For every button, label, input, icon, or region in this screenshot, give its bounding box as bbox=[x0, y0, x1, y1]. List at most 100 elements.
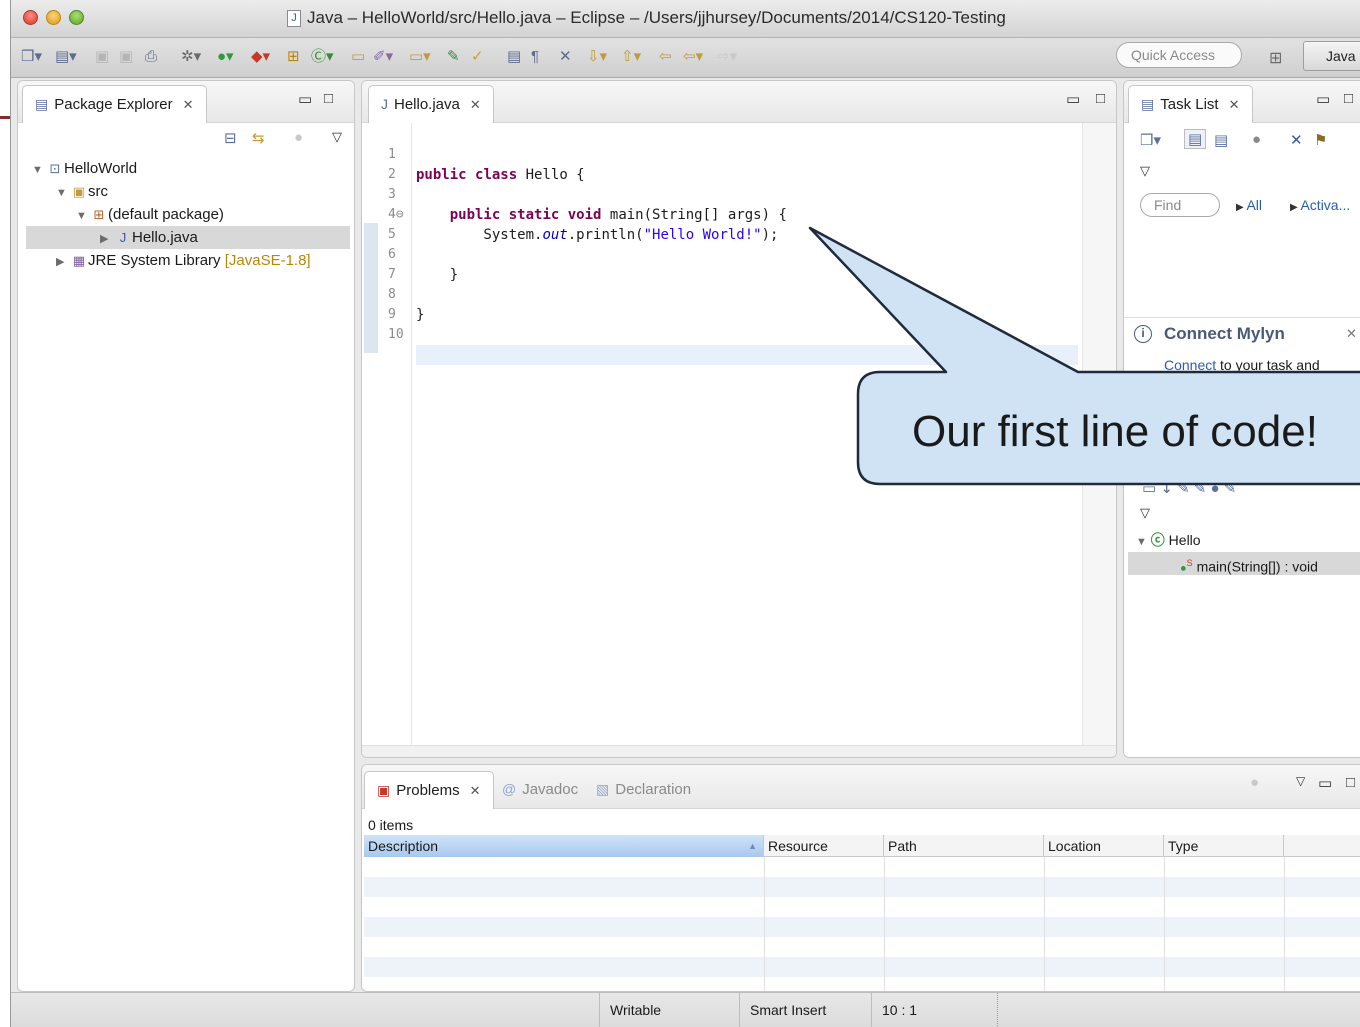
view-menu-icon[interactable]: ▽ bbox=[1140, 505, 1150, 521]
synchronize-icon[interactable]: ⚑ bbox=[1314, 131, 1327, 149]
minimize-icon[interactable]: ▭ bbox=[1066, 90, 1080, 108]
run-icon[interactable]: ●▾ bbox=[217, 47, 234, 67]
tree-item-label: (default package) bbox=[108, 206, 224, 223]
focus-icon[interactable]: ● bbox=[1250, 774, 1259, 791]
next-annotation-icon[interactable]: ⇩▾ bbox=[587, 47, 607, 67]
close-tab-icon[interactable]: ✕ bbox=[470, 783, 481, 798]
tab-javadoc[interactable]: @ Javadoc bbox=[490, 771, 590, 809]
paragraph-icon[interactable]: ¶ bbox=[531, 47, 539, 67]
tab-task-list[interactable]: ▤ Task List ✕ bbox=[1128, 85, 1253, 123]
back-icon[interactable]: ⇦▾ bbox=[683, 47, 703, 67]
search-icon[interactable]: ▭▾ bbox=[409, 47, 431, 67]
quick-access-input[interactable]: Quick Access bbox=[1116, 42, 1242, 68]
focus-active-task-icon[interactable]: ● bbox=[294, 129, 303, 146]
column-type[interactable]: Type bbox=[1164, 835, 1284, 857]
close-tab-icon[interactable]: ✕ bbox=[470, 97, 481, 112]
open-perspective-icon[interactable]: ⊞ bbox=[1269, 48, 1282, 68]
expand-arrow-icon[interactable]: ▼ bbox=[32, 159, 46, 182]
horizontal-scrollbar[interactable] bbox=[362, 745, 1116, 757]
column-description[interactable]: Description ▲ bbox=[364, 835, 764, 857]
code-line: 1 bbox=[362, 125, 1116, 162]
last-edit-location-icon[interactable]: ⇦ bbox=[659, 47, 672, 67]
view-menu-icon[interactable]: ▽ bbox=[1296, 774, 1305, 788]
zoom-window-button[interactable] bbox=[69, 10, 84, 25]
minimize-icon[interactable]: ▭ bbox=[1316, 90, 1330, 108]
outline-item-class[interactable]: ▼ ⓒ Hello bbox=[1136, 529, 1201, 552]
tree-item-default-package[interactable]: ▼ ⊞ (default package) bbox=[26, 203, 350, 226]
pin-icon[interactable]: ✕ bbox=[559, 47, 572, 67]
link-with-editor-icon[interactable]: ⇆ bbox=[252, 129, 265, 147]
java-perspective-button[interactable]: Java bbox=[1303, 41, 1360, 71]
close-tab-icon[interactable]: ✕ bbox=[1229, 97, 1240, 112]
column-divider bbox=[884, 857, 885, 991]
categorized-icon[interactable]: ▤ bbox=[1184, 129, 1207, 149]
expand-arrow-icon[interactable]: ▼ bbox=[76, 205, 90, 228]
expand-arrow-icon[interactable]: ▶ bbox=[56, 251, 70, 274]
outline-class-label: Hello bbox=[1168, 532, 1201, 548]
column-label: Description bbox=[368, 838, 439, 854]
show-whitespace-icon[interactable]: ▤ bbox=[507, 47, 521, 67]
code-line: 9} bbox=[388, 307, 425, 323]
debug-icon[interactable]: ✲▾ bbox=[181, 47, 201, 67]
new-class-icon[interactable]: Ⓒ▾ bbox=[311, 47, 334, 67]
column-location[interactable]: Location bbox=[1044, 835, 1164, 857]
focus-icon[interactable]: ● bbox=[1252, 131, 1261, 148]
print-icon[interactable]: ⎙ bbox=[145, 47, 157, 67]
new-package-icon[interactable]: ⊞ bbox=[287, 47, 300, 67]
new-icon[interactable]: ❒▾ bbox=[21, 47, 42, 67]
filter-activate-link[interactable]: ▶ Activa... bbox=[1290, 197, 1350, 213]
view-menu-icon[interactable]: ▽ bbox=[1140, 163, 1150, 179]
column-path[interactable]: Path bbox=[884, 835, 1044, 857]
column-resource[interactable]: Resource bbox=[764, 835, 884, 857]
minimize-icon[interactable]: ▭ bbox=[298, 90, 312, 108]
tree-item-src[interactable]: ▼ ▣ src bbox=[26, 180, 350, 203]
tab-problems[interactable]: ▣ Problems ✕ bbox=[364, 771, 494, 809]
maximize-icon[interactable]: □ bbox=[324, 90, 333, 107]
outline-toolbar-icons[interactable]: ▭ ↧ ✎ ✎ ● ✎ bbox=[1142, 479, 1236, 497]
maximize-icon[interactable]: □ bbox=[1344, 90, 1353, 107]
close-tab-icon[interactable]: ✕ bbox=[183, 97, 194, 112]
filter-all-link[interactable]: ▶ All bbox=[1236, 197, 1262, 213]
connect-link[interactable]: Connect bbox=[1164, 357, 1216, 373]
open-task-icon[interactable]: ✐▾ bbox=[373, 47, 393, 67]
tab-declaration[interactable]: ▧ Declaration bbox=[584, 771, 703, 809]
tree-item-jre-library[interactable]: ▶ ▦ JRE System Library [JavaSE-1.8] bbox=[26, 249, 350, 272]
open-type-icon[interactable]: ▭ bbox=[351, 47, 365, 67]
status-writable: Writable bbox=[599, 993, 739, 1027]
tab-label: Declaration bbox=[615, 781, 692, 798]
library-icon: ▦ bbox=[72, 253, 86, 268]
save-all-icon[interactable]: ▣ bbox=[119, 47, 133, 67]
tree-item-label: HelloWorld bbox=[64, 160, 138, 177]
declaration-icon: ▧ bbox=[596, 781, 610, 797]
minimize-window-button[interactable] bbox=[46, 10, 61, 25]
callout-text: Our first line of code! bbox=[912, 407, 1318, 456]
tab-hello-java[interactable]: J Hello.java ✕ bbox=[368, 85, 494, 123]
expand-arrow-icon[interactable]: ▼ bbox=[1136, 536, 1147, 548]
forward-icon[interactable]: ⇨▾ bbox=[717, 47, 737, 67]
tree-item-hello-java[interactable]: ▶ J Hello.java bbox=[26, 226, 350, 249]
new-java-project-icon[interactable]: ▤▾ bbox=[55, 47, 77, 67]
outline-item-method[interactable]: ●S main(String[]) : void bbox=[1128, 552, 1360, 575]
toggle-highlight-icon[interactable]: ✓ bbox=[471, 47, 484, 67]
maximize-icon[interactable]: □ bbox=[1096, 90, 1105, 107]
expand-arrow-icon[interactable]: ▼ bbox=[56, 182, 70, 205]
close-window-button[interactable] bbox=[23, 10, 38, 25]
package-explorer-header: ▤ Package Explorer ✕ ▭ □ bbox=[18, 81, 354, 123]
external-tools-icon[interactable]: ◆▾ bbox=[251, 47, 270, 67]
tree-item-project[interactable]: ▼ ⊡ HelloWorld bbox=[26, 157, 350, 180]
column-divider bbox=[1164, 857, 1165, 991]
close-mylyn-icon[interactable]: ✕ bbox=[1346, 326, 1357, 342]
expand-arrow-icon[interactable]: ▶ bbox=[100, 228, 114, 251]
scheduled-icon[interactable]: ▤ bbox=[1214, 131, 1228, 149]
new-task-icon[interactable]: ❒▾ bbox=[1140, 131, 1161, 149]
maximize-icon[interactable]: □ bbox=[1346, 774, 1355, 791]
find-input[interactable]: Find bbox=[1140, 193, 1220, 217]
tab-package-explorer[interactable]: ▤ Package Explorer ✕ bbox=[22, 85, 207, 123]
previous-annotation-icon[interactable]: ⇧▾ bbox=[621, 47, 641, 67]
minimize-icon[interactable]: ▭ bbox=[1318, 774, 1332, 792]
mark-occurrences-icon[interactable]: ✎ bbox=[447, 47, 460, 67]
collapse-all-icon[interactable]: ⊟ bbox=[224, 129, 237, 147]
save-icon[interactable]: ▣ bbox=[95, 47, 109, 67]
hide-completed-icon[interactable]: ✕ bbox=[1290, 131, 1303, 149]
view-menu-icon[interactable]: ▽ bbox=[332, 129, 342, 145]
